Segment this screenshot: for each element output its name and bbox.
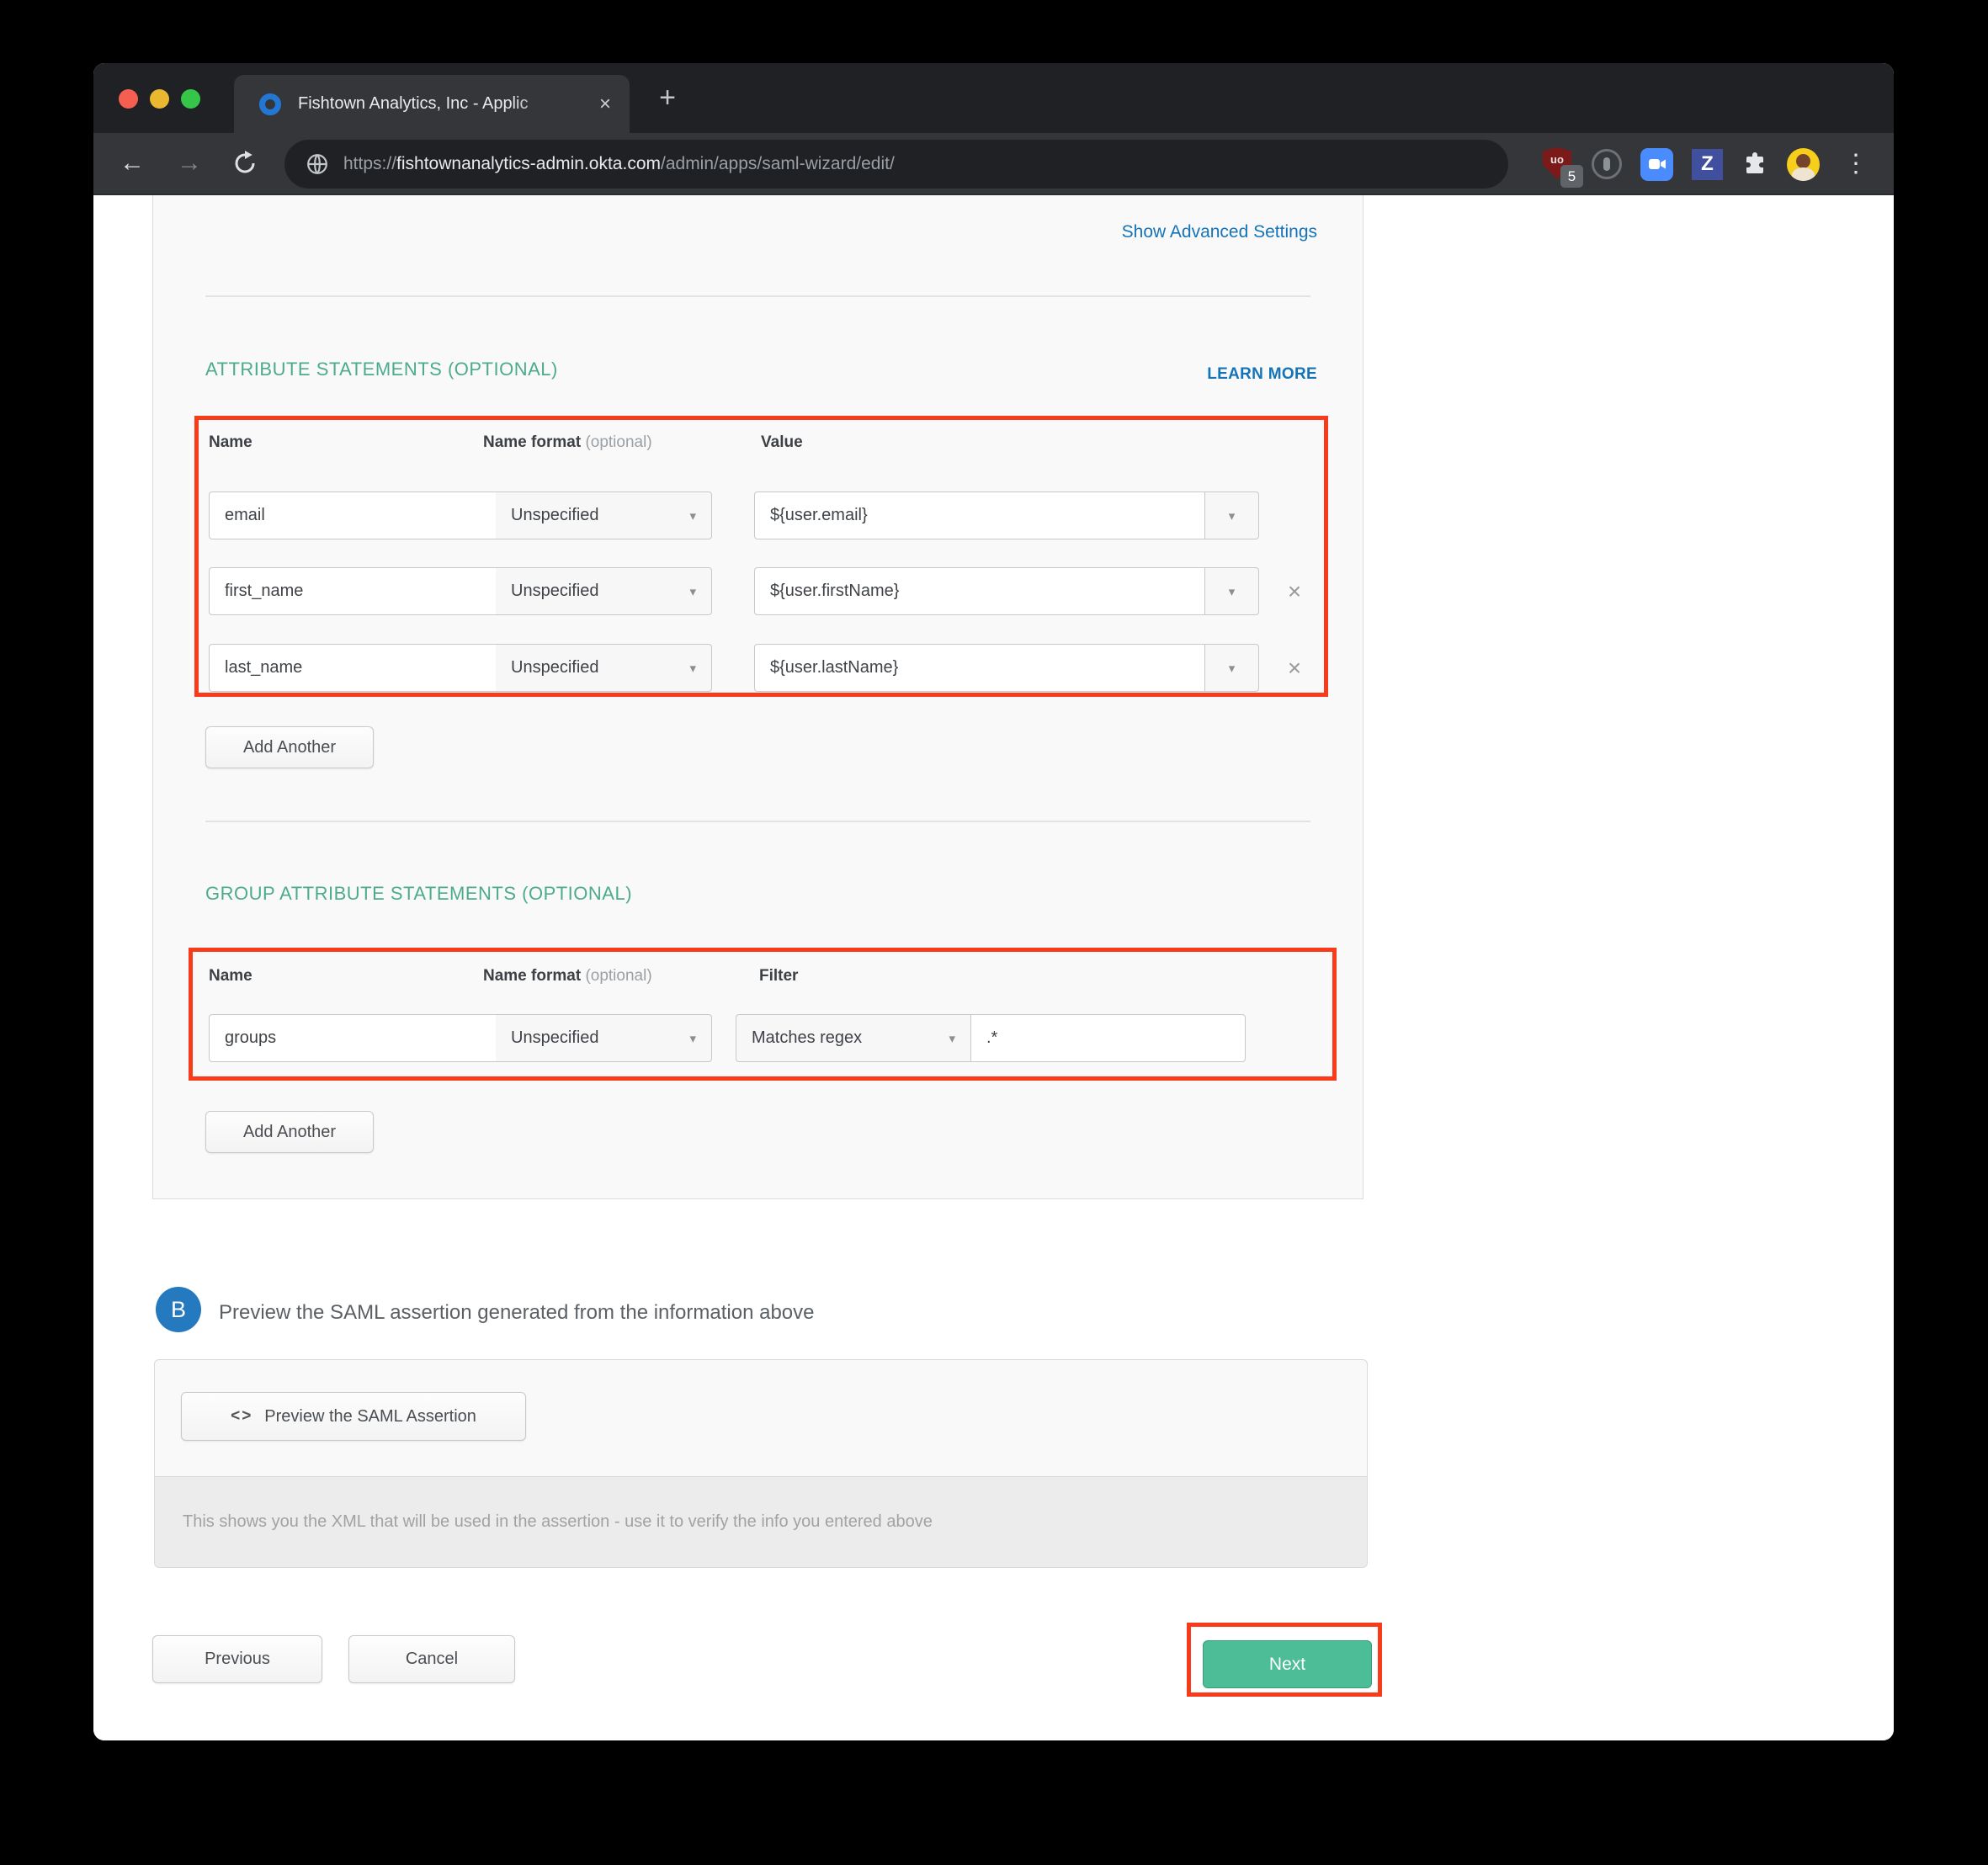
attr-format-value: Unspecified <box>511 582 599 601</box>
attr-value-dropdown-button[interactable]: ▾ <box>1205 491 1259 539</box>
url-host: fishtownanalytics-admin.okta.com <box>396 154 661 173</box>
preview-assertion-panel: <> Preview the SAML Assertion This shows… <box>154 1359 1368 1568</box>
attr-format-value: Unspecified <box>511 506 599 525</box>
remove-row-button[interactable]: × <box>1280 578 1309 607</box>
group-name-input[interactable] <box>209 1014 497 1062</box>
group-filter-value-input[interactable] <box>970 1014 1246 1062</box>
group-name-format-optional-label: (optional) <box>585 967 651 985</box>
new-tab-button[interactable]: + <box>651 82 684 115</box>
address-bar[interactable]: https://fishtownanalytics-admin.okta.com… <box>284 140 1508 189</box>
traffic-lights <box>119 89 200 109</box>
divider <box>205 821 1310 822</box>
attr-value-dropdown-button[interactable]: ▾ <box>1205 644 1259 692</box>
browser-window: Fishtown Analytics, Inc - Applic × + ← →… <box>93 63 1894 1740</box>
add-another-attribute-button[interactable]: Add Another <box>205 726 374 768</box>
code-brackets-icon: <> <box>231 1407 252 1426</box>
previous-button[interactable]: Previous <box>152 1635 322 1683</box>
remove-row-button[interactable]: × <box>1280 655 1309 683</box>
password-manager-extension-icon[interactable] <box>1592 149 1622 179</box>
avatar-head <box>1796 154 1810 168</box>
cancel-button[interactable]: Cancel <box>348 1635 515 1683</box>
zoom-extension-icon[interactable] <box>1640 148 1673 181</box>
preview-saml-assertion-button[interactable]: <> Preview the SAML Assertion <box>181 1392 526 1441</box>
group-name-format-column-header: Name format (optional) <box>483 967 652 986</box>
group-name-format-label: Name format <box>483 967 581 985</box>
attr-name-input[interactable] <box>209 644 497 692</box>
ublock-badge: 5 <box>1560 165 1583 188</box>
attr-format-select[interactable]: Unspecified ▾ <box>496 491 712 539</box>
group-name-column-header: Name <box>209 967 252 986</box>
tab-title: Fishtown Analytics, Inc - Applic <box>298 94 593 114</box>
attr-value-input[interactable] <box>754 644 1205 692</box>
chevron-down-icon: ▾ <box>1229 508 1236 523</box>
attr-value-dropdown-button[interactable]: ▾ <box>1205 567 1259 615</box>
group-filter-type-select[interactable]: Matches regex ▾ <box>736 1014 970 1062</box>
minimize-button[interactable] <box>150 89 169 109</box>
profile-avatar[interactable] <box>1787 148 1820 181</box>
show-advanced-settings-link[interactable]: Show Advanced Settings <box>1122 222 1317 242</box>
chevron-down-icon: ▾ <box>949 1031 955 1046</box>
globe-icon <box>306 153 328 175</box>
chevron-down-icon: ▾ <box>689 508 696 523</box>
fullscreen-button[interactable] <box>181 89 200 109</box>
attr-format-value: Unspecified <box>511 658 599 677</box>
attribute-statements-title: ATTRIBUTE STATEMENTS (OPTIONAL) <box>205 359 558 380</box>
reload-icon[interactable] <box>226 151 263 176</box>
preview-section-heading: Preview the SAML assertion generated fro… <box>219 1301 814 1325</box>
value-column-header: Value <box>761 433 803 452</box>
tab-close-icon[interactable]: × <box>599 93 611 116</box>
page-content: Show Advanced Settings ATTRIBUTE STATEME… <box>93 195 1894 1740</box>
browser-toolbar: ← → https://fishtownanalytics-admin.okta… <box>93 133 1894 195</box>
name-column-header: Name <box>209 433 252 452</box>
tab-strip: Fishtown Analytics, Inc - Applic × + <box>93 63 1894 133</box>
filter-column-header: Filter <box>759 967 798 986</box>
attr-name-input[interactable] <box>209 567 497 615</box>
forward-icon[interactable]: → <box>171 149 208 178</box>
chevron-down-icon: ▾ <box>1229 661 1236 676</box>
close-button[interactable] <box>119 89 138 109</box>
z-extension-icon[interactable]: Z <box>1692 149 1723 180</box>
chevron-down-icon: ▾ <box>689 1031 696 1046</box>
chevron-down-icon: ▾ <box>689 661 696 676</box>
preview-note: This shows you the XML that will be used… <box>155 1476 1367 1567</box>
chevron-down-icon: ▾ <box>689 584 696 599</box>
learn-more-link[interactable]: LEARN MORE <box>1207 365 1317 384</box>
avatar-body <box>1792 167 1815 181</box>
back-icon[interactable]: ← <box>114 149 151 178</box>
next-button[interactable]: Next <box>1203 1640 1372 1688</box>
name-format-label: Name format <box>483 433 581 451</box>
divider <box>205 295 1310 297</box>
group-format-value: Unspecified <box>511 1028 599 1048</box>
url-scheme: https:// <box>343 154 396 173</box>
browser-tab[interactable]: Fishtown Analytics, Inc - Applic × <box>234 75 630 133</box>
annotation-box-next-button: Next <box>1187 1623 1382 1697</box>
ublock-extension-icon[interactable]: uo 5 <box>1543 147 1573 181</box>
attr-format-select[interactable]: Unspecified ▾ <box>496 567 712 615</box>
extensions-puzzle-icon[interactable] <box>1741 151 1768 178</box>
add-another-group-attribute-button[interactable]: Add Another <box>205 1111 374 1153</box>
browser-menu-icon[interactable]: ⋮ <box>1838 151 1874 177</box>
group-attribute-statements-title: GROUP ATTRIBUTE STATEMENTS (OPTIONAL) <box>205 883 632 905</box>
group-filter-type-value: Matches regex <box>752 1028 862 1048</box>
url-path: /admin/apps/saml-wizard/edit/ <box>661 154 895 173</box>
chevron-down-icon: ▾ <box>1229 584 1236 599</box>
url-text: https://fishtownanalytics-admin.okta.com… <box>343 154 895 174</box>
attr-value-input[interactable] <box>754 567 1205 615</box>
name-format-column-header: Name format (optional) <box>483 433 652 452</box>
attr-value-input[interactable] <box>754 491 1205 539</box>
attr-format-select[interactable]: Unspecified ▾ <box>496 644 712 692</box>
group-format-select[interactable]: Unspecified ▾ <box>496 1014 712 1062</box>
attr-name-input[interactable] <box>209 491 497 539</box>
extensions-area: uo 5 Z ⋮ <box>1543 133 1874 195</box>
preview-button-label: Preview the SAML Assertion <box>264 1407 476 1427</box>
step-b-badge: B <box>156 1287 201 1332</box>
name-format-optional-label: (optional) <box>585 433 651 451</box>
okta-favicon-icon <box>259 93 281 115</box>
